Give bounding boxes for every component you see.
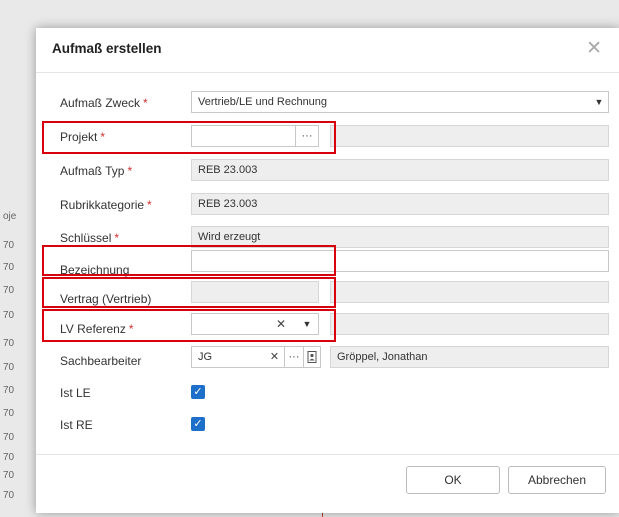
close-icon[interactable]: ✕	[586, 37, 602, 60]
sachbearbeiter-more-button[interactable]: ···	[284, 346, 304, 368]
projekt-name-field	[330, 125, 609, 147]
rubrik-label: Rubrikkategorie *	[60, 198, 152, 212]
cancel-button[interactable]: Abbrechen	[508, 466, 606, 494]
projekt-label: Projekt *	[60, 130, 106, 144]
zweck-select[interactable]: Vertrieb/LE und Rechnung	[191, 91, 609, 113]
chevron-down-icon[interactable]: ▼	[589, 91, 609, 113]
dialog-title: Aufmaß erstellen	[52, 41, 162, 56]
address-book-icon[interactable]	[303, 346, 321, 368]
vertrag-input	[191, 281, 319, 303]
projekt-input[interactable]	[191, 125, 296, 147]
ist-re-checkbox[interactable]: ✓	[191, 417, 205, 431]
zweck-label: Aufmaß Zweck *	[60, 96, 148, 110]
footer-divider	[36, 454, 619, 455]
sachbearbeiter-name-field: Gröppel, Jonathan	[330, 346, 609, 368]
chevron-down-icon[interactable]: ▼	[295, 313, 319, 335]
schluessel-field: Wird erzeugt	[191, 226, 609, 248]
vertrag-name-field	[330, 281, 609, 303]
lv-name-field	[330, 313, 609, 335]
lv-label: LV Referenz *	[60, 322, 134, 336]
header-divider	[36, 72, 619, 73]
zweck-value: Vertrieb/LE und Rechnung	[198, 96, 328, 108]
vertrag-label: Vertrag (Vertrieb)	[60, 292, 152, 306]
typ-field: REB 23.003	[191, 159, 609, 181]
bezeichnung-input[interactable]	[191, 250, 609, 272]
typ-label: Aufmaß Typ *	[60, 164, 133, 178]
dialog: Aufmaß erstellen ✕ Aufmaß Zweck * Vertrie…	[36, 28, 619, 513]
ist-le-label: Ist LE	[60, 386, 91, 400]
sachbearbeiter-label: Sachbearbeiter	[60, 354, 142, 368]
ok-button[interactable]: OK	[406, 466, 500, 494]
rubrik-field: REB 23.003	[191, 193, 609, 215]
schluessel-label: Schlüssel *	[60, 231, 120, 245]
bezeichnung-label: Bezeichnung	[60, 263, 130, 277]
ist-le-checkbox[interactable]: ✓	[191, 385, 205, 399]
sachbearbeiter-input[interactable]: JG	[191, 346, 266, 368]
projekt-more-button[interactable]: ···	[295, 125, 319, 147]
ist-re-label: Ist RE	[60, 418, 93, 432]
lv-clear-icon[interactable]: ✕	[269, 313, 293, 335]
sachbearbeiter-clear-icon[interactable]: ✕	[265, 346, 285, 368]
